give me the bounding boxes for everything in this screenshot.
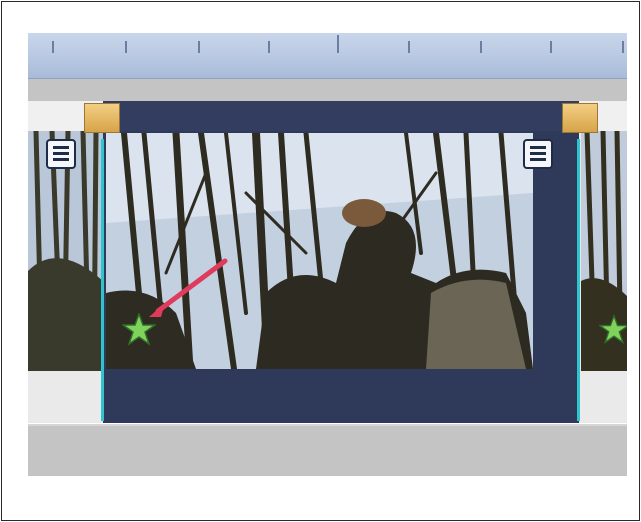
- ruler-tick: [408, 41, 410, 53]
- ruler-tick: [268, 41, 270, 53]
- ruler-tick: [622, 41, 624, 53]
- ruler-tick: [125, 41, 127, 53]
- timeline-separator-band: [28, 79, 627, 102]
- trim-handle-icon[interactable]: [562, 103, 598, 133]
- clip-boundary-right[interactable]: [577, 139, 580, 421]
- ruler-tick: [480, 41, 482, 53]
- ruler-tick: [550, 41, 552, 53]
- timeline-lower-band: [28, 424, 627, 476]
- star-marker-icon[interactable]: [122, 313, 156, 347]
- timeline-ruler[interactable]: [28, 33, 627, 79]
- selected-clip-header: [103, 101, 579, 131]
- ruler-tick: [198, 41, 200, 53]
- ruler-tick: [52, 41, 54, 53]
- video-track[interactable]: [28, 101, 627, 423]
- screenshot-frame: [1, 1, 640, 521]
- star-marker-icon[interactable]: [599, 313, 627, 347]
- clip-menu-icon[interactable]: [523, 139, 553, 169]
- ruler-tick-major: [337, 35, 339, 53]
- clip-boundary-left[interactable]: [101, 139, 104, 421]
- trim-handle-icon[interactable]: [84, 103, 120, 133]
- clip-menu-icon[interactable]: [46, 139, 76, 169]
